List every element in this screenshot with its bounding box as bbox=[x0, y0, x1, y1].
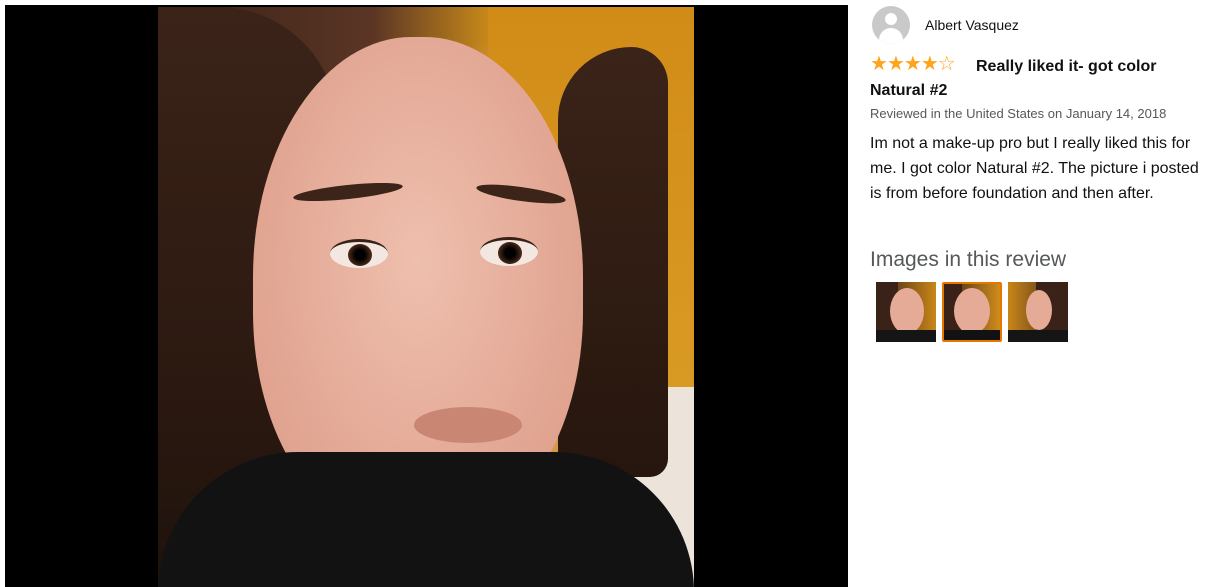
review-date: Reviewed in the United States on January… bbox=[870, 106, 1167, 121]
photo-eye-right bbox=[480, 237, 538, 266]
review-thumbnails bbox=[876, 282, 1068, 342]
review-body: Im not a make-up pro but I really liked … bbox=[870, 135, 1199, 202]
photo-eye-left bbox=[330, 239, 388, 268]
default-user-avatar-icon bbox=[872, 6, 910, 44]
review-thumbnail[interactable] bbox=[1008, 282, 1068, 342]
image-viewer bbox=[5, 5, 848, 587]
review-title: Really liked it- got color Natural #2 bbox=[870, 58, 1157, 99]
reviewer-name[interactable]: Albert Vasquez bbox=[925, 17, 1019, 33]
review-thumbnail-selected[interactable] bbox=[942, 282, 1002, 342]
photo-shirt bbox=[158, 452, 694, 587]
images-heading: Images in this review bbox=[870, 248, 1067, 271]
photo-lips bbox=[414, 407, 522, 443]
review-thumbnail[interactable] bbox=[876, 282, 936, 342]
review-photo-large[interactable] bbox=[158, 7, 694, 587]
